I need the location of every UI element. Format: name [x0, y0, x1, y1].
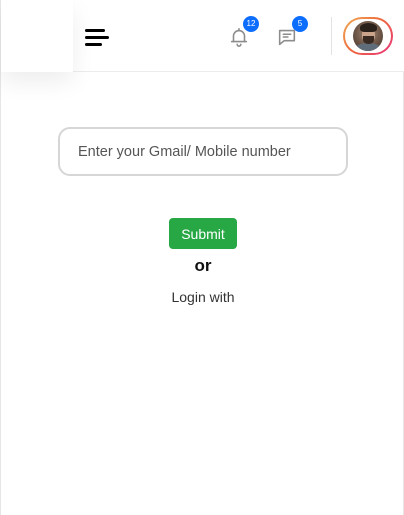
messages-button[interactable]: 5: [275, 16, 308, 51]
message-count-badge: 5: [292, 16, 308, 32]
avatar-shoulders: [355, 43, 381, 51]
notifications-button[interactable]: 12: [227, 16, 259, 51]
menu-line: [85, 43, 102, 46]
header-divider: [331, 17, 332, 55]
menu-line: [85, 29, 105, 32]
avatar-beard: [363, 36, 374, 44]
or-separator: or: [194, 256, 212, 275]
brand-logo-area: [1, 0, 73, 72]
email-mobile-input[interactable]: [58, 127, 348, 176]
avatar: [353, 21, 383, 51]
menu-line: [85, 36, 109, 39]
avatar-frame: [345, 19, 391, 53]
top-navbar: 12 5: [1, 0, 404, 72]
login-with-label: Login with: [171, 289, 235, 305]
hamburger-menu-icon[interactable]: [83, 26, 111, 48]
avatar-hair: [360, 23, 377, 32]
submit-button[interactable]: Submit: [169, 218, 237, 249]
notification-count-badge: 12: [243, 16, 259, 32]
user-avatar-button[interactable]: [343, 17, 393, 55]
app-frame: 12 5 Submit or Lo: [0, 0, 404, 515]
